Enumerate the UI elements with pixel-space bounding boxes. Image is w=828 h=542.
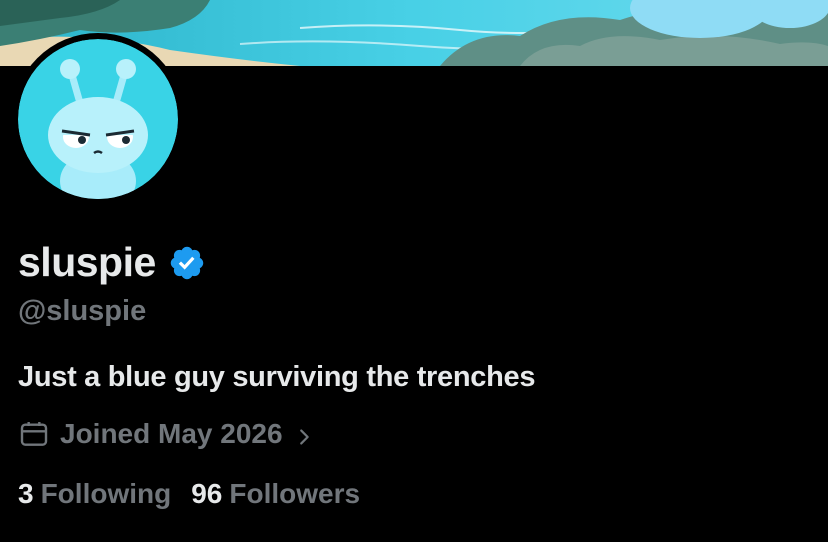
following-link[interactable]: 3 Following — [18, 478, 171, 510]
verified-badge-icon[interactable] — [168, 244, 206, 282]
display-name: sluspie — [18, 238, 156, 285]
joined-date-row[interactable]: Joined May 2026 — [18, 414, 315, 454]
followers-count: 96 — [191, 478, 223, 509]
profile-avatar[interactable] — [12, 33, 184, 205]
display-name-row: sluspie — [18, 234, 206, 290]
chevron-right-icon — [293, 423, 315, 445]
following-label: Following — [40, 478, 172, 509]
profile-bio: Just a blue guy surviving the trenches — [18, 361, 536, 393]
calendar-icon — [18, 418, 50, 450]
follow-stats: 3 Following 96 Followers — [18, 474, 380, 514]
followers-label: Followers — [229, 478, 361, 509]
profile-handle: @sluspie — [18, 295, 147, 327]
joined-date: Joined May 2026 — [60, 418, 283, 449]
following-count: 3 — [18, 478, 34, 509]
avatar-image — [18, 39, 178, 199]
followers-link[interactable]: 96 Followers — [191, 478, 360, 510]
